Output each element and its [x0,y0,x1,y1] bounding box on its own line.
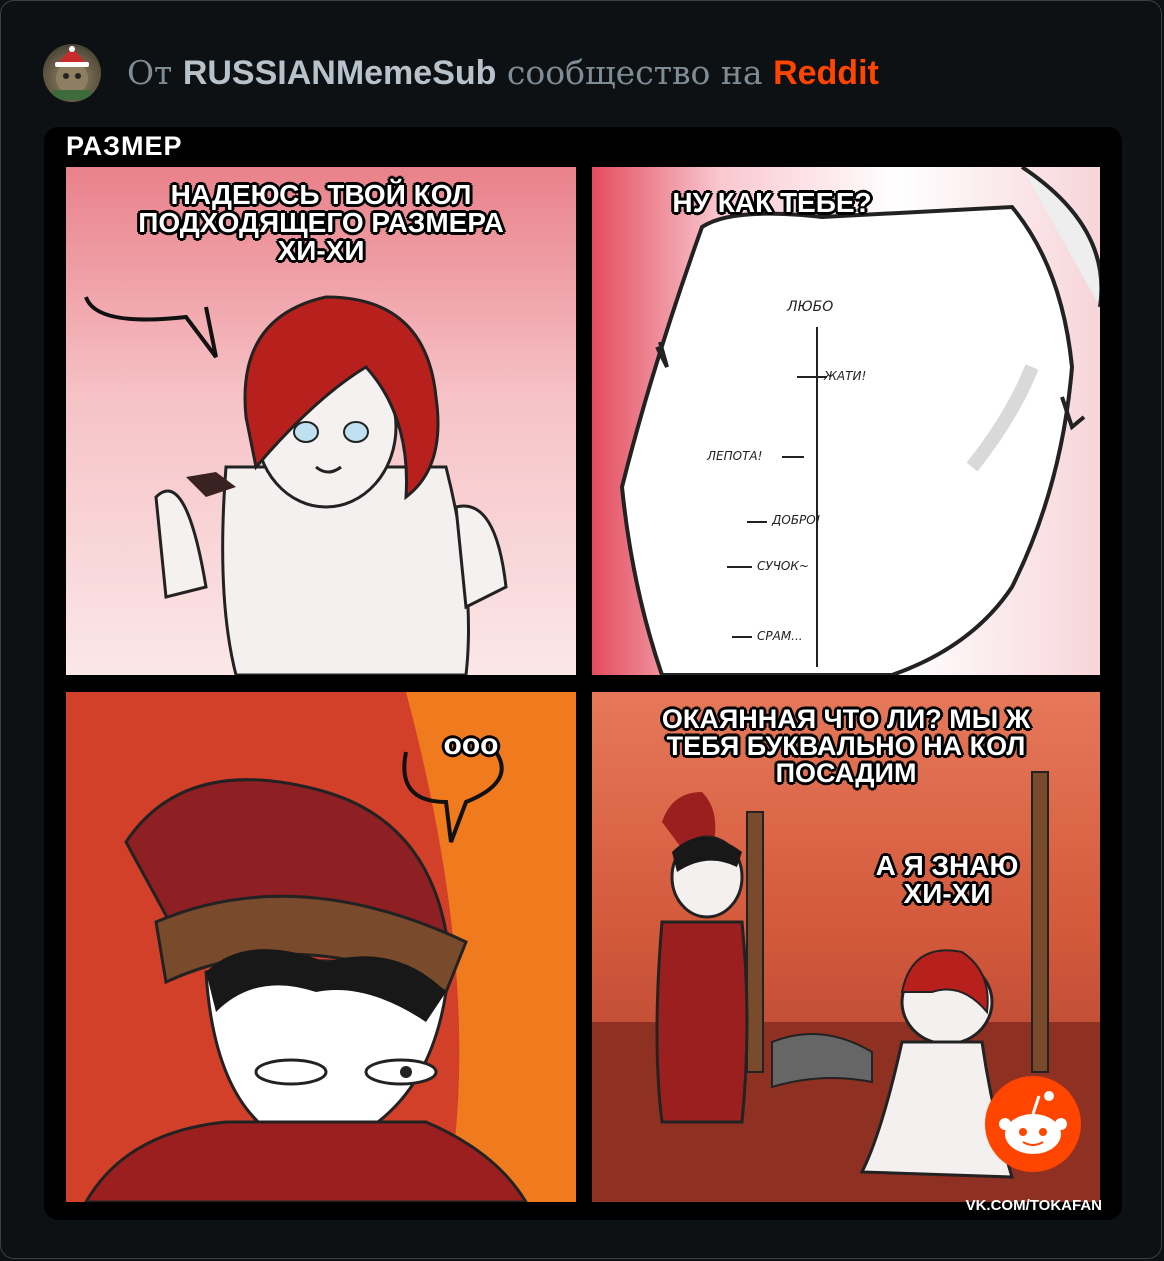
panel-1: НАДЕЮСЬ ТВОЙ КОЛ ПОДХОДЯЩЕГО РАЗМЕРА ХИ-… [66,167,576,675]
embed-source-line: От RUSSIANMemeSub сообщество на Reddit [127,53,879,93]
body-illustration [619,167,1100,675]
scale-mark-3: ДОБРО! [772,513,821,527]
scale-mark-2: ЛЕПОТА! [707,449,763,463]
comic-credit: VK.COM/TOKAFAN [965,1197,1102,1214]
panel-1-speech: НАДЕЮСЬ ТВОЙ КОЛ ПОДХОДЯЩЕГО РАЗМЕРА ХИ-… [138,179,504,266]
panel-3: ooo [66,692,576,1202]
panel-4-guard-speech: ОКАЯННАЯ ЧТО ЛИ? МЫ Ж ТЕБЯ БУКВАЛЬНО НА … [661,704,1031,788]
scale-top-label: ЛЮБО [787,299,834,315]
panel-4-girl-speech: А Я ЗНАЮ ХИ-ХИ [875,850,1019,909]
comic-image: РАЗМЕР НАДЕЮСЬ ТВОЙ КОЛ ПОДХОДЯЩЕГО РАЗМ… [44,127,1122,1220]
scale-mark-1: ЖАТИ! [824,369,867,383]
scale-mark-4: СУЧОК~ [757,559,809,573]
post-card: От RUSSIANMemeSub сообщество на Reddit Р… [0,0,1162,1259]
guard-illustration [84,692,576,1202]
reddit-logo-icon[interactable] [983,1074,1083,1178]
prefix-text: От [127,53,173,92]
panel-3-speech: ooo [443,728,499,761]
community-avatar[interactable] [43,44,101,102]
panel-2-speech: НУ КАК ТЕБЕ? [672,187,872,218]
reddit-link[interactable]: Reddit [773,54,879,92]
scale-mark-5: СРАМ... [757,629,803,643]
post-header: От RUSSIANMemeSub сообщество на Reddit [43,43,879,103]
community-link[interactable]: RUSSIANMemeSub [183,54,497,92]
panel-2: НУ КАК ТЕБЕ? ЛЮБО ЖАТИ! ЛЕПОТА! ДОБРО! С… [592,167,1100,675]
comic-title: РАЗМЕР [66,131,183,161]
middle-text: сообщество на [506,53,763,92]
